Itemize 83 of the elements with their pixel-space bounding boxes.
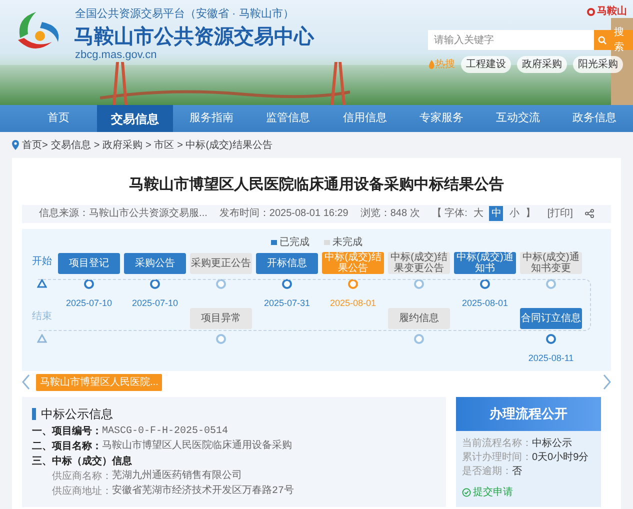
process-step-button[interactable]: 采购公告	[124, 252, 186, 274]
process-value: 中标公示	[532, 436, 572, 450]
process-step-button[interactable]: 中标(成交)结果变更公告	[388, 252, 450, 274]
process-step-button[interactable]: 项目登记	[58, 252, 120, 274]
font-size-option[interactable]: 小	[507, 206, 522, 221]
hot-tag[interactable]: 阳光采购	[573, 56, 623, 73]
step-date: 2025-07-31	[264, 298, 310, 308]
process-step-button[interactable]: 开标信息	[256, 252, 318, 274]
heading-bar-icon	[32, 408, 36, 420]
nav-tab[interactable]: 交易信息	[96, 105, 174, 132]
step-date: 2025-08-11	[528, 352, 574, 362]
search-icon	[598, 36, 608, 44]
hot-tag[interactable]: 工程建设	[461, 56, 511, 73]
field-label: 一、项目编号：	[32, 424, 102, 438]
breadcrumb-link[interactable]: 交易信息	[50, 138, 91, 152]
process-value: 否	[512, 464, 522, 478]
print-link[interactable]: [打印]	[547, 206, 573, 221]
legend-swatch	[324, 240, 330, 244]
process-step-button[interactable]: 项目异常	[190, 308, 252, 328]
info-source: 信息来源：马鞍山市公共资源交易服...	[39, 206, 208, 221]
process-label: 当前流程名称：	[462, 436, 532, 450]
nav-tab[interactable]: 互动交流	[480, 105, 556, 132]
start-triangle-icon	[37, 278, 47, 288]
legend-label: 已完成	[280, 236, 310, 250]
nav-tab[interactable]: 信用信息	[326, 105, 404, 132]
flame-icon	[428, 60, 435, 69]
field-value: 芜湖九州通医药销售有限公司	[112, 470, 242, 482]
nav-tab[interactable]: 服务指南	[173, 105, 250, 132]
start-label: 开始	[32, 254, 52, 268]
process-step-button[interactable]: 中标(成交)通知书变更	[520, 252, 582, 274]
field-value: MASCG-0-F-H-2025-0514	[102, 424, 228, 438]
process-step-button[interactable]: 合同订立信息	[520, 308, 582, 328]
font-size-option[interactable]: 中	[489, 206, 504, 221]
process-step: 提交申请	[473, 484, 513, 500]
process-panel-title: 办理流程公开	[490, 404, 568, 423]
view-count: 浏览：848 次	[360, 206, 420, 221]
field-label: 供应商名称：	[52, 470, 112, 482]
process-step-button[interactable]: 履约信息	[388, 308, 450, 328]
nav-tab[interactable]: 政务信息	[556, 105, 633, 132]
city-logo-text: 马鞍山	[597, 4, 627, 19]
end-triangle-icon	[37, 334, 47, 342]
location-pin-icon	[12, 140, 19, 150]
field-value: 马鞍山市博望区人民医院临床通用设备采购	[102, 440, 292, 452]
chevron-right-icon[interactable]	[603, 374, 611, 390]
legend-swatch	[270, 240, 276, 244]
notice-heading: 中标公示信息	[41, 406, 113, 422]
hot-search-label: 热搜	[435, 58, 455, 72]
breadcrumb-link[interactable]: > 市区	[145, 138, 174, 152]
step-date: 2025-07-10	[132, 298, 178, 308]
search-field[interactable]: 请输入关键字	[428, 30, 594, 50]
breadcrumb-link[interactable]: 首页>	[22, 138, 48, 152]
site-title: 马鞍山市公共资源交易中心	[74, 24, 314, 50]
process-label: 是否逾期：	[462, 464, 512, 478]
breadcrumb-link[interactable]: > 政府采购	[94, 138, 142, 152]
nav-tab[interactable]: 专家服务	[403, 105, 480, 132]
chevron-left-icon[interactable]	[22, 374, 30, 390]
process-step-button[interactable]: 采购更正公告	[190, 252, 252, 274]
nav-tab[interactable]: 首页	[20, 105, 97, 132]
publish-time: 发布时间：2025-08-01 16:29	[219, 206, 348, 221]
step-date: 2025-07-10	[66, 298, 112, 308]
font-size-option[interactable]: 大	[471, 206, 486, 221]
end-label: 结束	[32, 310, 52, 324]
process-label: 累计办理时间：	[462, 450, 532, 464]
process-step-button[interactable]: 中标(成交)通知书	[454, 252, 516, 274]
article-title: 马鞍山市博望区人民医院临床通用设备采购中标结果公告	[128, 175, 505, 195]
city-logo-icon	[587, 6, 595, 16]
field-value: 安徽省芜湖市经济技术开发区万春路27号	[112, 484, 294, 498]
process-value: 0天0小时9分	[532, 450, 589, 464]
check-circle-icon	[462, 488, 471, 496]
step-date: 2025-08-01	[462, 298, 508, 308]
hot-tag[interactable]: 政府采购	[517, 56, 567, 73]
step-date: 2025-08-01	[330, 298, 376, 308]
nav-tab[interactable]: 监管信息	[250, 105, 326, 132]
field-label: 二、项目名称：	[32, 440, 102, 452]
platform-subtitle: 全国公共资源交易平台（安徽省 · 马鞍山市）	[75, 6, 294, 22]
field-label: 三、中标（成交）信息	[32, 454, 132, 468]
breadcrumb-link[interactable]: > 中标(成交)结果公告	[177, 138, 272, 152]
legend-label: 未完成	[332, 236, 362, 250]
font-size-label: 【 字体:	[432, 206, 468, 221]
font-size-bracket: 】	[525, 206, 536, 221]
site-domain: zbcg.mas.gov.cn	[75, 48, 157, 63]
field-label: 供应商地址：	[52, 484, 112, 498]
share-icon[interactable]	[584, 209, 594, 218]
